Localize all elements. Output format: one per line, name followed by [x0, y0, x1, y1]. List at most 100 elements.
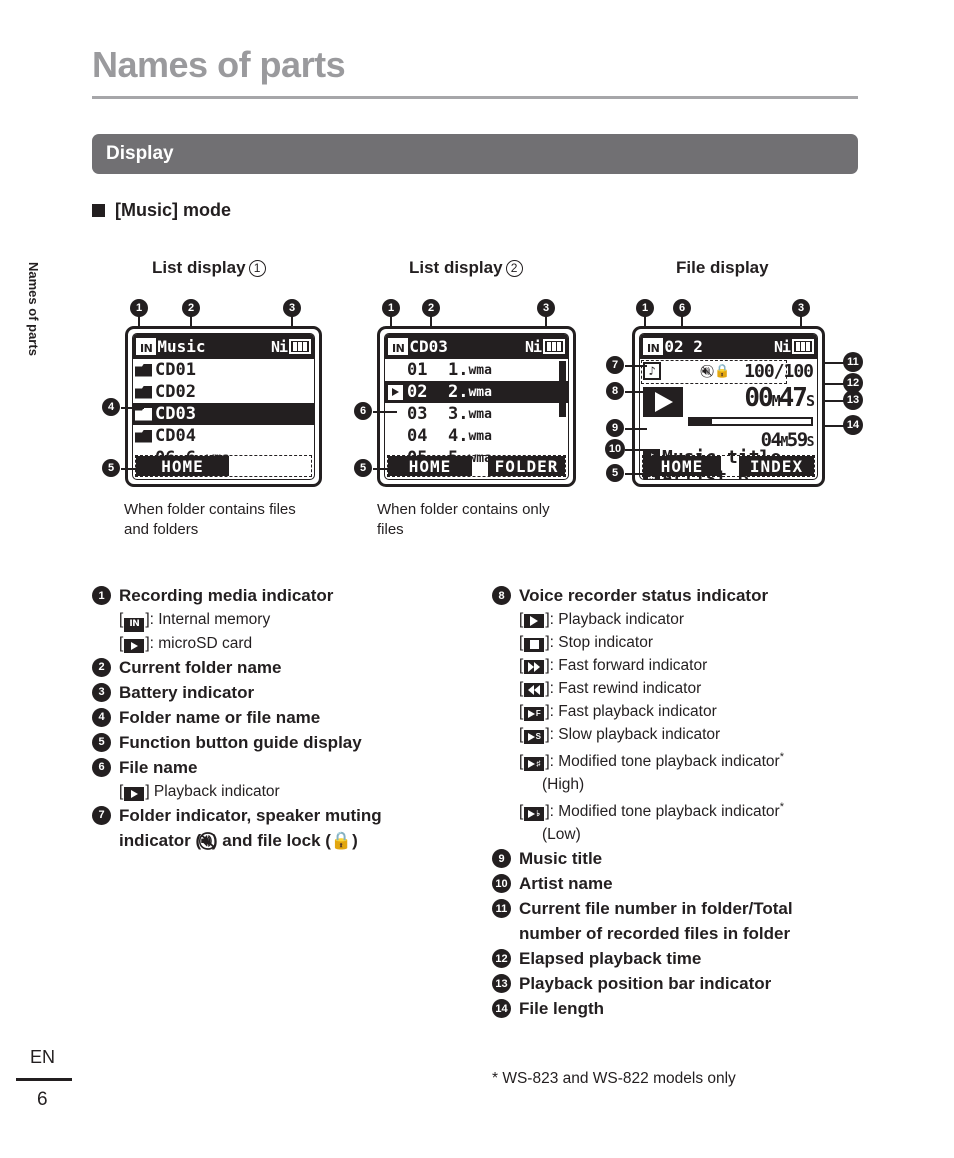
- legend-number: 14: [492, 999, 511, 1018]
- callout-8: 8: [606, 382, 624, 400]
- legend-item-2: 2 Current folder name: [92, 655, 482, 680]
- soft-key-home[interactable]: HOME: [388, 456, 472, 476]
- list-item-extension: wma: [468, 428, 492, 444]
- battery-icon: [289, 339, 311, 354]
- sub-heading-label: [Music] mode: [115, 200, 232, 220]
- list-display-2-heading: List display 2: [409, 258, 523, 278]
- legend-sub-text: : Fast rewind indicator: [549, 680, 702, 697]
- callout-7: 7: [606, 356, 624, 374]
- list-item-label: CD01: [155, 360, 196, 380]
- list-item[interactable]: CD02: [133, 381, 314, 403]
- soft-key-home[interactable]: HOME: [136, 456, 229, 476]
- battery-type-label: Ni: [524, 337, 542, 356]
- lcd1-title-bar: IN Music Ni: [133, 334, 314, 359]
- callout-5: 5: [606, 464, 624, 482]
- legend-label: Voice recorder status indicator: [519, 586, 769, 605]
- list-item[interactable]: 01 1. wma: [385, 359, 568, 381]
- legend-sub-tone-high: [♯]: Modified tone playback indicator*: [519, 751, 784, 771]
- legend-sub-text: : microSD card: [149, 634, 253, 652]
- list-display-1-caption: When folder contains files and folders: [124, 501, 296, 538]
- legend-label-part: ) and file lock (: [211, 830, 331, 850]
- legend-item-7-line2: indicator (🔊⃠) and file lock (🔒): [119, 828, 482, 853]
- legend-item-11-line2: number of recorded files in folder: [519, 924, 791, 943]
- soft-key-index[interactable]: INDEX: [739, 456, 814, 476]
- folder-icon: [135, 407, 152, 421]
- tone-low-icon: ♭: [524, 807, 545, 821]
- legend-sub-text: : Internal memory: [149, 611, 271, 628]
- list-item-selected[interactable]: 02 2. wma: [385, 381, 568, 403]
- list-item-extension: wma: [468, 406, 492, 422]
- list-item-number: 03: [407, 404, 428, 424]
- callout-3: 3: [537, 299, 555, 317]
- legend-sub-stop: []: Stop indicator: [519, 634, 654, 652]
- tone-high-icon: ♯: [524, 757, 545, 771]
- legend-item-12: 12 Elapsed playback time: [492, 946, 892, 971]
- callout-2: 2: [182, 299, 200, 317]
- list-display-2-caption: When folder contains only files: [377, 501, 550, 538]
- list-item[interactable]: 03 3. wma: [385, 403, 568, 425]
- leader-line: [625, 449, 647, 451]
- elapsed-minutes: 00: [744, 383, 773, 413]
- section-label: Display: [106, 143, 174, 164]
- list-item-extension: wma: [468, 362, 492, 378]
- list-item[interactable]: CD01: [133, 359, 314, 381]
- folder-icon: [135, 385, 152, 399]
- list-item-extension: wma: [468, 384, 492, 400]
- soft-key-home[interactable]: HOME: [643, 456, 721, 476]
- fast-playback-icon: F: [524, 707, 545, 721]
- legend-number: 9: [492, 849, 511, 868]
- legend-item-14: 14 File length: [492, 996, 892, 1021]
- page-title: Names of parts: [92, 44, 346, 85]
- legend-sub-text: : Modified tone playback indicator: [549, 753, 780, 770]
- list-item[interactable]: 04 4. wma: [385, 425, 568, 447]
- list-display-1-panel: IN Music Ni CD01 CD02 CD03 CD04 06 6.wma…: [125, 326, 322, 487]
- soft-key-folder[interactable]: FOLDER: [488, 456, 565, 476]
- elapsed-playback-time: 00M47S: [744, 383, 815, 413]
- battery-icon: [543, 339, 565, 354]
- legend-label: Folder indicator, speaker muting: [119, 805, 382, 825]
- list-item-label: 4.: [447, 426, 469, 446]
- folder-icon: [135, 363, 152, 377]
- legend-label-part: ): [352, 830, 358, 850]
- scrollbar[interactable]: [559, 361, 566, 453]
- legend-sub-fast-forward: []: Fast forward indicator: [519, 657, 708, 674]
- legend-number: 3: [92, 682, 111, 702]
- legend-label: Artist name: [519, 874, 613, 893]
- slow-playback-icon: S: [524, 730, 545, 744]
- legend-label: Music title: [519, 849, 603, 868]
- playback-position-bar[interactable]: [688, 417, 813, 426]
- legend-label: Recording media indicator: [119, 586, 334, 605]
- legend-item-13: 13 Playback position bar indicator: [492, 971, 892, 996]
- callout-5: 5: [102, 459, 120, 477]
- list-item-selected[interactable]: CD03: [133, 403, 314, 425]
- legend-sub-tone-low: [♭]: Modified tone playback indicator*: [519, 801, 784, 821]
- speaker-muting-indicator-icon: 🔊⃠: [201, 830, 212, 850]
- callout-1: 1: [636, 299, 654, 317]
- list-item[interactable]: CD04: [133, 425, 314, 447]
- list-item-label: 1.: [447, 360, 469, 380]
- legend-item-7: 7 Folder indicator, speaker muting: [92, 803, 482, 828]
- callout-4: 4: [102, 398, 120, 416]
- legend-sub-text: : Stop indicator: [549, 634, 654, 651]
- callout-2: 2: [422, 299, 440, 317]
- lcd3-body: ♪ 🔊⃠ 🔒 100/100 00M47S 04M59S ♪ Music tit…: [640, 359, 817, 479]
- list-display-2-panel: IN CD03 Ni 01 1. wma 02 2. wma 03 3. wma 04…: [377, 326, 576, 487]
- file-number-total: 100/100: [744, 361, 814, 382]
- bullet-square-icon: [92, 204, 105, 217]
- file-display-panel: IN 02 2 Ni ♪ 🔊⃠ 🔒 100/100 00M47S 04M59S …: [632, 326, 825, 487]
- elapsed-minutes-unit: M: [771, 392, 781, 410]
- circled-number-2: 2: [505, 260, 523, 277]
- legend-sub-text: : Slow playback indicator: [549, 726, 721, 743]
- lcd2-title-bar: IN CD03 Ni: [385, 334, 568, 359]
- legend-item-3: 3 Battery indicator: [92, 680, 482, 705]
- legend-number: 10: [492, 874, 511, 893]
- legend-label: Playback position bar indicator: [519, 974, 772, 993]
- legend-item-1: 1 Recording media indicator: [92, 583, 482, 608]
- leader-line: [625, 365, 647, 367]
- list-item-label: 3.: [447, 404, 469, 424]
- footer-rule: [16, 1078, 72, 1081]
- internal-memory-icon: IN: [124, 617, 145, 632]
- lcd1-soft-key-bar: HOME: [135, 455, 312, 477]
- legend-label: Current file number in folder/Total: [519, 899, 793, 918]
- legend-item-4: 4 Folder name or file name: [92, 705, 482, 730]
